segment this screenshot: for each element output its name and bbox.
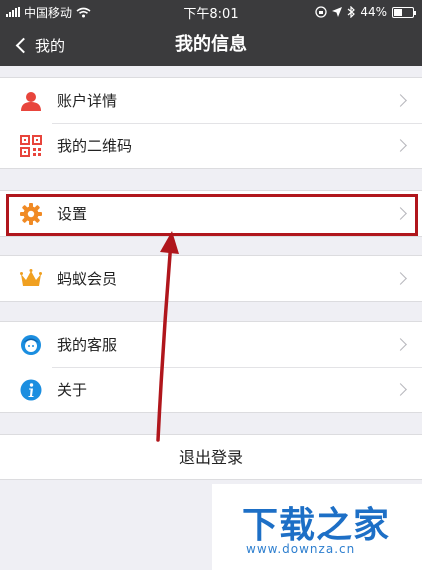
list-item-qr-code[interactable]: 我的二维码 [0, 123, 422, 168]
status-right: 44% [315, 0, 416, 24]
list-item-customer-service[interactable]: 我的客服 [0, 322, 422, 367]
list-item-label: 我的客服 [57, 336, 118, 354]
chevron-right-icon [394, 94, 407, 107]
nav-bar: 我的 我的信息 [0, 24, 422, 66]
watermark-title: 下载之家 [242, 505, 391, 546]
list-item-label: 账户详情 [57, 92, 118, 110]
chevron-right-icon [394, 272, 407, 285]
watermark: 下载之家 www.downza.cn [212, 484, 422, 570]
list-item-label: 关于 [57, 381, 88, 399]
battery-percent: 44% [360, 5, 387, 19]
page-title: 我的信息 [175, 34, 247, 55]
user-icon [21, 92, 41, 111]
chevron-right-icon [394, 338, 407, 351]
list-item-label: 蚂蚁会员 [57, 270, 118, 288]
chevron-right-icon [394, 139, 407, 152]
watermark-url: www.downza.cn [246, 542, 356, 556]
membership-group: 蚂蚁会员 [0, 255, 422, 302]
list-item-ant-membership[interactable]: 蚂蚁会员 [0, 256, 422, 301]
list-item-about[interactable]: 关于 [0, 367, 422, 412]
bluetooth-icon [347, 6, 356, 18]
info-icon [20, 379, 42, 401]
location-arrow-icon [332, 7, 343, 17]
list-item-label: 我的二维码 [57, 137, 133, 155]
crown-icon [20, 269, 42, 286]
logout-button[interactable]: 退出登录 [0, 434, 422, 480]
rotation-lock-icon [315, 6, 327, 18]
qr-code-icon [20, 135, 42, 157]
account-group: 账户详情 我的二维码 [0, 77, 422, 169]
list-item-account-details[interactable]: 账户详情 [0, 78, 422, 123]
highlight-box [6, 194, 418, 236]
chevron-right-icon [394, 383, 407, 396]
support-group: 我的客服 关于 [0, 321, 422, 413]
status-bar: 中国移动 下午8:01 44% [0, 0, 422, 24]
battery-fill [394, 8, 402, 16]
customer-service-icon [21, 335, 41, 355]
battery-icon [392, 6, 416, 18]
